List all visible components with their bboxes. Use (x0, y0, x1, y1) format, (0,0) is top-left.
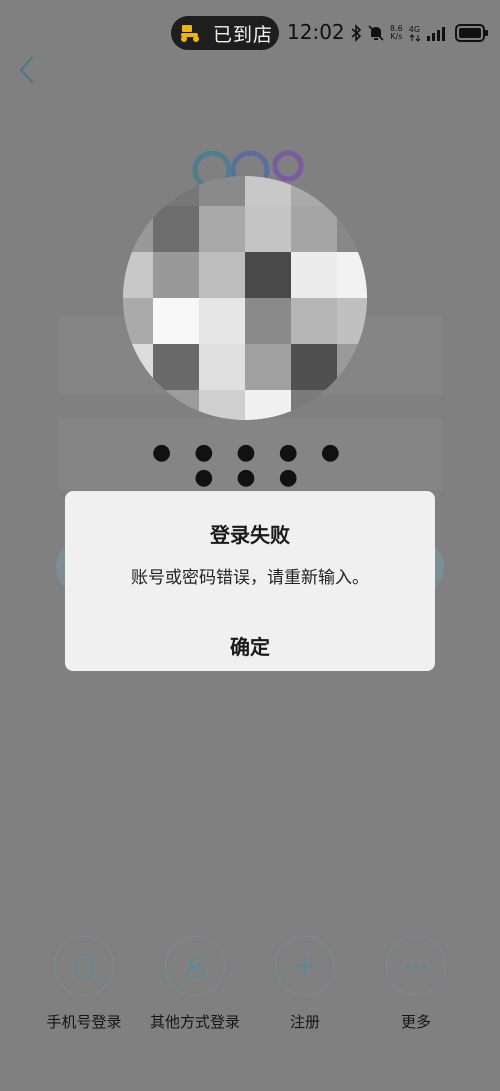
dialog-message: 账号或密码错误，请重新输入。 (131, 568, 369, 588)
phone-login-circle[interactable] (54, 936, 114, 996)
pixelated-avatar-image (123, 176, 367, 420)
password-mask: ● ● ● ● ● ● ● ● (152, 440, 348, 490)
cellular: 4G (409, 25, 421, 42)
person-icon (185, 956, 205, 977)
more-dots-icon (405, 964, 427, 968)
bluetooth-icon (351, 24, 362, 42)
scooter-icon (181, 25, 199, 42)
register-circle[interactable] (275, 936, 335, 996)
clock: 12:02 (287, 20, 345, 44)
register-label: 注册 (289, 1013, 320, 1031)
signal-icon (426, 27, 445, 41)
login-failed-dialog: 登录失败 账号或密码错误，请重新输入。 确定 (65, 491, 435, 671)
status-bar: 已到店 12:02 8.6 K/s 4G (0, 0, 500, 66)
more-circle[interactable] (386, 936, 446, 996)
delivery-status-pill[interactable]: 已到店 (171, 16, 279, 50)
more-option[interactable]: 更多 (361, 936, 471, 1032)
confirm-button[interactable]: 确定 (200, 631, 300, 659)
data-arrows-icon (409, 33, 421, 42)
battery-icon (454, 24, 488, 42)
bell-muted-icon (368, 25, 384, 41)
more-label: 更多 (400, 1013, 431, 1031)
phone-login-option[interactable]: 手机号登录 (29, 936, 139, 1032)
other-login-option[interactable]: 其他方式登录 (140, 936, 250, 1032)
phone-icon (76, 954, 92, 978)
pill-text: 已到店 (213, 23, 274, 46)
net-speed: 8.6 K/s (390, 25, 403, 41)
back-button[interactable] (14, 54, 40, 86)
register-option[interactable]: 注册 (250, 936, 360, 1032)
plus-icon (295, 956, 315, 976)
other-login-circle[interactable] (165, 936, 225, 996)
network-type: 4G (408, 24, 421, 34)
phone-login-label: 手机号登录 (46, 1013, 122, 1031)
system-icons: 8.6 K/s 4G (350, 22, 489, 44)
net-speed-unit: K/s (390, 32, 403, 41)
avatar (123, 176, 367, 420)
other-login-label: 其他方式登录 (149, 1013, 240, 1031)
dialog-title: 登录失败 (210, 523, 290, 547)
